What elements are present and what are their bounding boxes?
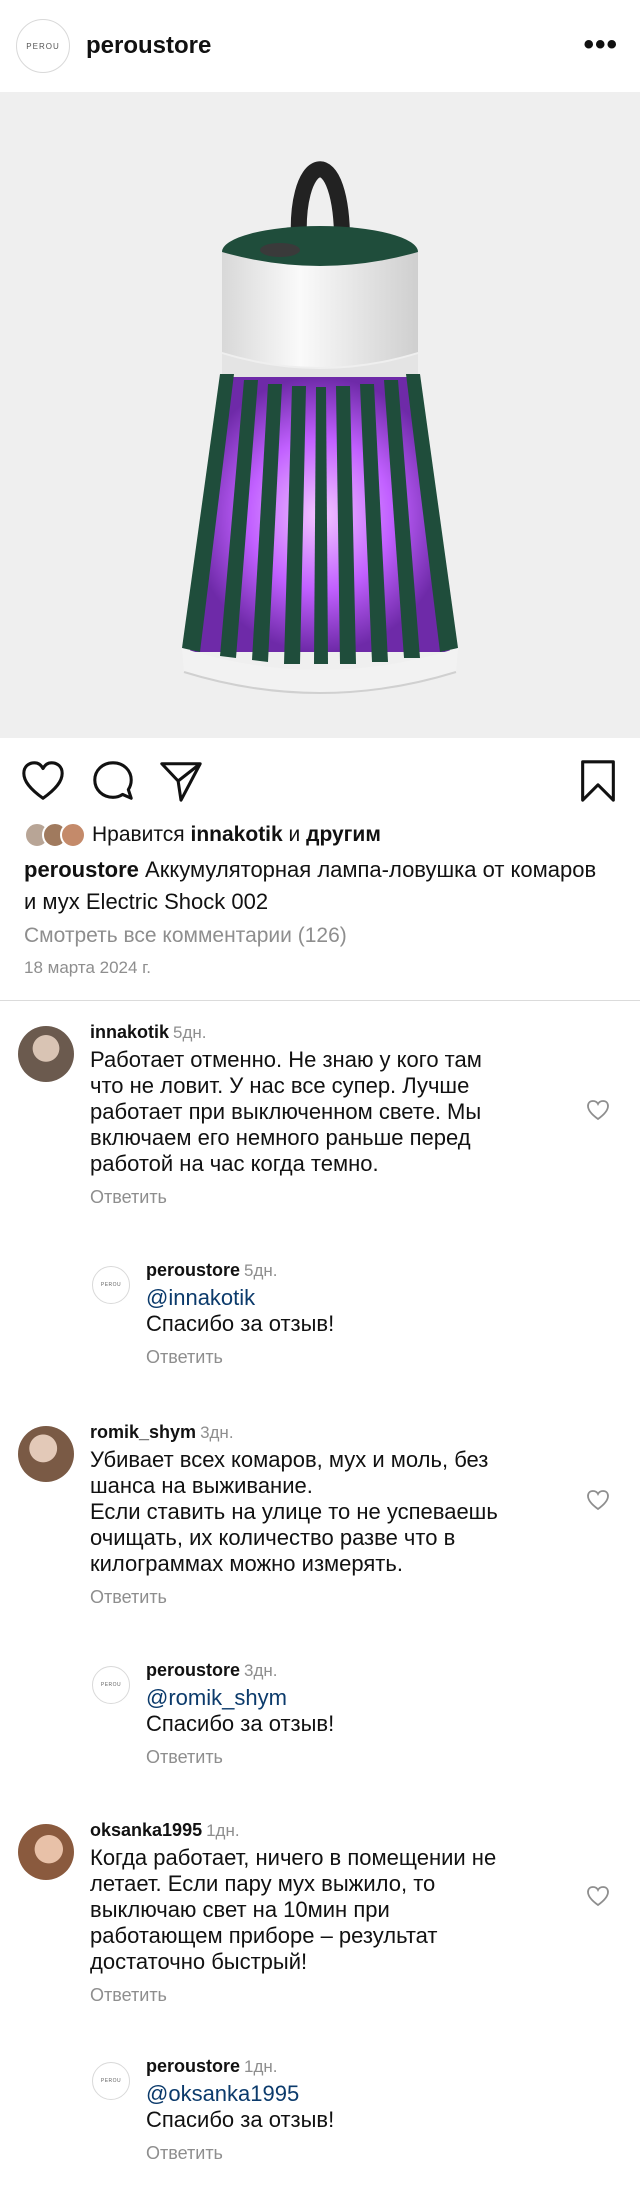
comment-username[interactable]: innakotik bbox=[90, 1022, 169, 1042]
comment-time: 1дн. bbox=[206, 1821, 240, 1840]
reply-button[interactable]: Ответить bbox=[146, 1747, 334, 1768]
mention-link[interactable]: @innakotik bbox=[146, 1285, 255, 1310]
comment-username[interactable]: romik_shym bbox=[90, 1422, 196, 1442]
reply-button[interactable]: Ответить bbox=[90, 1587, 498, 1608]
post-caption: peroustore Аккумуляторная лампа-ловушка … bbox=[24, 854, 604, 918]
store-avatar-small[interactable]: PEROU bbox=[92, 1266, 130, 1304]
reply-text: Спасибо за отзыв! bbox=[146, 1311, 335, 1336]
reply-time: 1дн. bbox=[244, 2057, 278, 2076]
comment-body: innakotik 5дн. Работает отменно. Не знаю … bbox=[90, 1022, 482, 1208]
reply-body: peroustore 1дн. @oksanka1995 Спасибо за о… bbox=[146, 2056, 334, 2164]
reply-time: 3дн. bbox=[244, 1661, 278, 1680]
reply-username[interactable]: peroustore bbox=[146, 2056, 240, 2076]
commenter-avatar[interactable] bbox=[18, 1426, 74, 1482]
liker-avatar bbox=[60, 822, 86, 848]
mention-link[interactable]: @oksanka1995 bbox=[146, 2081, 299, 2106]
commenter-avatar[interactable] bbox=[18, 1026, 74, 1082]
post-actions bbox=[0, 758, 640, 808]
likes-summary[interactable]: Нравится innakotik и другим bbox=[24, 820, 381, 850]
view-all-comments-link[interactable]: Смотреть все комментарии (126) bbox=[24, 924, 347, 948]
post-date: 18 марта 2024 г. bbox=[24, 958, 152, 977]
small-heart-icon[interactable] bbox=[586, 1488, 610, 1512]
reply-text: Спасибо за отзыв! bbox=[146, 1711, 335, 1736]
reply-button[interactable]: Ответить bbox=[90, 1985, 496, 2006]
reply-body: peroustore 5дн. @innakotik Спасибо за отз… bbox=[146, 1260, 334, 1368]
share-icon[interactable] bbox=[158, 758, 204, 804]
small-heart-icon[interactable] bbox=[586, 1884, 610, 1908]
reply-text: Спасибо за отзыв! bbox=[146, 2107, 335, 2132]
comment-username[interactable]: oksanka1995 bbox=[90, 1820, 202, 1840]
comment-text: Когда работает, ничего в помещении не ле… bbox=[90, 1845, 497, 1974]
comment-icon[interactable] bbox=[90, 758, 136, 804]
comment-text: Убивает всех комаров, мух и моль, без ша… bbox=[90, 1447, 498, 1576]
comment-body: romik_shym 3дн. Убивает всех комаров, мух… bbox=[90, 1422, 498, 1608]
comment-time: 5дн. bbox=[173, 1023, 207, 1042]
reply-body: peroustore 3дн. @romik_shym Спасибо за от… bbox=[146, 1660, 334, 1768]
product-photo bbox=[0, 92, 640, 738]
heart-icon[interactable] bbox=[20, 758, 66, 804]
reply-button[interactable]: Ответить bbox=[146, 2143, 334, 2164]
small-heart-icon[interactable] bbox=[586, 1098, 610, 1122]
comment-body: oksanka1995 1дн. Когда работает, ничего в… bbox=[90, 1820, 496, 2006]
reply-button[interactable]: Ответить bbox=[146, 1347, 334, 1368]
reply-button[interactable]: Ответить bbox=[90, 1187, 482, 1208]
mention-link[interactable]: @romik_shym bbox=[146, 1685, 287, 1710]
mosquito-lamp-image bbox=[182, 161, 458, 694]
comment-time: 3дн. bbox=[200, 1423, 234, 1442]
divider bbox=[0, 1000, 640, 1001]
store-username[interactable]: peroustore bbox=[86, 32, 211, 60]
reply-username[interactable]: peroustore bbox=[146, 1260, 240, 1280]
bookmark-icon[interactable] bbox=[578, 758, 618, 804]
store-avatar-small[interactable]: PEROU bbox=[92, 1666, 130, 1704]
reply-username[interactable]: peroustore bbox=[146, 1660, 240, 1680]
post-header: PEROU peroustore ••• bbox=[0, 0, 640, 92]
store-avatar[interactable]: PEROU bbox=[16, 19, 70, 73]
reply-time: 5дн. bbox=[244, 1261, 278, 1280]
commenter-avatar[interactable] bbox=[18, 1824, 74, 1880]
comment-text: Работает отменно. Не знаю у кого там что… bbox=[90, 1047, 482, 1176]
likes-text: Нравится innakotik и другим bbox=[92, 823, 381, 846]
store-avatar-small[interactable]: PEROU bbox=[92, 2062, 130, 2100]
more-icon[interactable]: ••• bbox=[583, 30, 618, 60]
caption-username[interactable]: peroustore bbox=[24, 857, 139, 882]
